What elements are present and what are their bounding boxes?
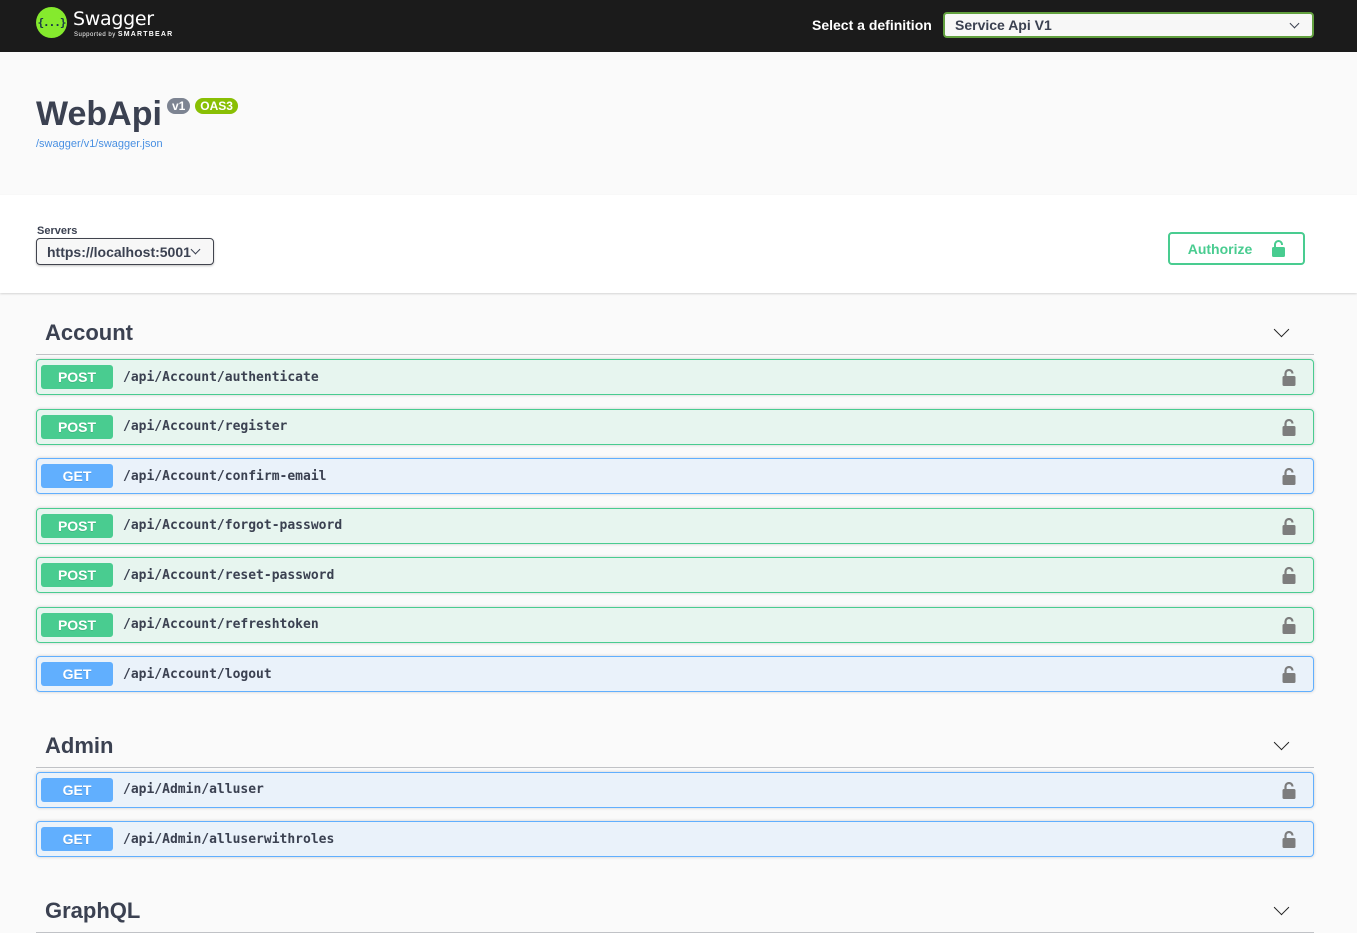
- logo-subtitle: Supported by SMARTBEAR: [74, 31, 173, 38]
- operation-path: /api/Account/forgot-password: [123, 518, 343, 533]
- authorize-label: Authorize: [1187, 240, 1253, 257]
- operations-list: Account POST/api/Account/authenticate POST…: [0, 293, 1357, 933]
- tag-header[interactable]: Account: [36, 293, 1314, 355]
- lock-icon[interactable]: [1282, 369, 1296, 386]
- tag-name: Admin: [45, 732, 114, 758]
- definition-select-value: Service Api V1: [955, 17, 1052, 33]
- tag-section-graphql: GraphQLPOST/api/GraphQL: [36, 871, 1314, 933]
- operation-row[interactable]: GET/api/Account/logout: [36, 656, 1314, 692]
- lock-icon[interactable]: [1282, 666, 1296, 683]
- operation-path: /api/Account/register: [123, 419, 288, 434]
- tag-header[interactable]: Admin: [36, 706, 1314, 768]
- lock-icon[interactable]: [1282, 567, 1296, 584]
- servers-select-value: https://localhost:5001: [47, 243, 191, 260]
- definition-select[interactable]: Service Api V1: [943, 12, 1314, 38]
- lock-icon[interactable]: [1282, 616, 1296, 634]
- lock-icon[interactable]: [1282, 418, 1296, 436]
- version-badge: v1: [166, 98, 191, 114]
- operation-row[interactable]: GET/api/Admin/alluserwithroles: [36, 821, 1314, 857]
- http-method-badge: POST: [41, 414, 113, 439]
- operation-row[interactable]: POST/api/Account/register: [36, 408, 1314, 445]
- definition-label: Select a definition: [812, 17, 932, 33]
- scheme-container: Servers https://localhost:5001 Authorize: [0, 195, 1357, 293]
- lock-icon[interactable]: [1282, 468, 1296, 485]
- spec-url-link[interactable]: /swagger/v1/swagger.json: [36, 138, 1321, 150]
- authorize-button[interactable]: Authorize: [1168, 232, 1305, 265]
- operation-row[interactable]: POST/api/Account/authenticate: [36, 359, 1314, 395]
- operation-path: /api/Account/confirm-email: [123, 468, 327, 484]
- swagger-logo-icon: {...}: [36, 7, 67, 38]
- operation-path: /api/Account/reset-password: [123, 567, 335, 583]
- chevron-down-icon: [190, 244, 201, 255]
- http-method-badge: POST: [41, 513, 113, 538]
- topbar: {...} Swagger Supported by SMARTBEAR Sel…: [0, 0, 1357, 52]
- operation-path: /api/Admin/alluserwithroles: [123, 831, 335, 847]
- servers-label: Servers: [37, 225, 78, 237]
- operation-row[interactable]: POST/api/Account/forgot-password: [36, 507, 1314, 544]
- api-title: WebApi: [36, 95, 162, 133]
- http-method-badge: POST: [41, 612, 113, 637]
- oas-badge: OAS3: [195, 98, 238, 114]
- logo-text: Swagger Supported by SMARTBEAR: [73, 8, 173, 38]
- operation-path: /api/Account/refreshtoken: [123, 617, 319, 632]
- http-method-badge: GET: [41, 464, 113, 488]
- operation-path: /api/Account/logout: [123, 666, 272, 682]
- tag-name: GraphQL: [45, 897, 141, 923]
- http-method-badge: GET: [41, 662, 113, 686]
- lock-icon[interactable]: [1282, 517, 1296, 535]
- chevron-down-icon[interactable]: [1273, 321, 1290, 338]
- tag-name: Account: [45, 320, 133, 345]
- operation-row[interactable]: POST/api/Account/refreshtoken: [36, 606, 1314, 643]
- chevron-down-icon: [1289, 18, 1300, 28]
- tag-section-admin: Admin GET/api/Admin/alluser GET/api/Admin/…: [36, 706, 1314, 857]
- operation-row[interactable]: GET/api/Account/confirm-email: [36, 458, 1314, 494]
- http-method-badge: POST: [41, 365, 113, 389]
- swagger-logo[interactable]: {...} Swagger Supported by SMARTBEAR: [36, 7, 173, 38]
- tag-header[interactable]: GraphQL: [36, 871, 1314, 933]
- http-method-badge: POST: [41, 563, 113, 587]
- operation-row[interactable]: POST/api/Account/reset-password: [36, 557, 1314, 593]
- chevron-down-icon[interactable]: [1273, 899, 1290, 915]
- chevron-down-icon[interactable]: [1273, 734, 1290, 750]
- api-info: WebApi v1 OAS3 /swagger/v1/swagger.json: [0, 52, 1357, 195]
- logo-sub-brand: SMARTBEAR: [117, 30, 174, 38]
- logo-name: Swagger: [73, 7, 154, 30]
- operation-row[interactable]: GET/api/Admin/alluser: [36, 771, 1314, 808]
- operation-path: /api/Admin/alluser: [123, 782, 264, 797]
- unlock-icon: [1272, 240, 1286, 257]
- lock-icon[interactable]: [1282, 781, 1296, 799]
- lock-icon[interactable]: [1282, 831, 1296, 848]
- logo-sub-prefix: Supported by: [74, 31, 116, 38]
- operation-path: /api/Account/authenticate: [123, 369, 319, 385]
- tag-section-account: Account POST/api/Account/authenticate POST…: [36, 293, 1314, 692]
- http-method-badge: GET: [41, 777, 113, 802]
- http-method-badge: GET: [41, 827, 113, 851]
- servers-select[interactable]: https://localhost:5001: [36, 238, 214, 265]
